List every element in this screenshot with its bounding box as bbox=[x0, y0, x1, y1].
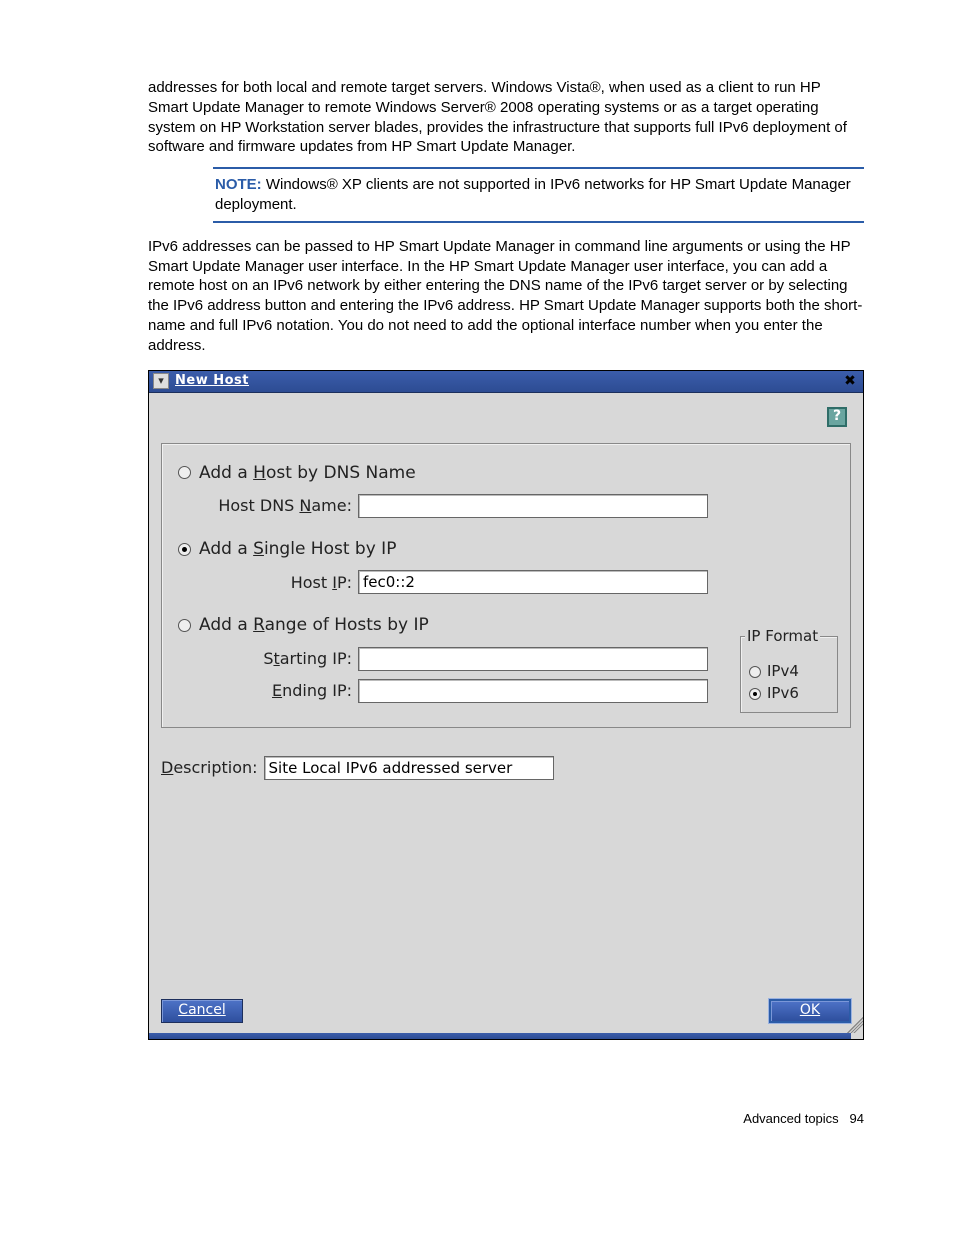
radio-icon bbox=[749, 666, 761, 678]
starting-ip-label: Starting IP: bbox=[198, 648, 358, 669]
ip-format-legend: IP Format bbox=[745, 627, 820, 647]
new-host-dialog: ▾ New Host ✖ ? Add a Host by DNS Name Ho… bbox=[148, 370, 864, 1040]
ending-ip-label: Ending IP: bbox=[198, 680, 358, 701]
radio-icon bbox=[178, 466, 191, 479]
footer-section: Advanced topics bbox=[743, 1111, 838, 1126]
page-footer: Advanced topics 94 bbox=[148, 1110, 864, 1127]
radio-add-single-ip[interactable]: Add a Single Host by IP bbox=[178, 538, 834, 560]
close-icon[interactable]: ✖ bbox=[841, 373, 859, 389]
host-options-panel: Add a Host by DNS Name Host DNS Name: Ad… bbox=[161, 443, 851, 728]
resize-handle-icon[interactable] bbox=[847, 1017, 863, 1033]
chevron-down-icon[interactable]: ▾ bbox=[153, 373, 169, 389]
note-text: Windows® XP clients are not supported in… bbox=[215, 176, 851, 213]
radio-label-single: Add a Single Host by IP bbox=[199, 538, 396, 560]
note-label: NOTE: bbox=[215, 176, 262, 193]
help-icon[interactable]: ? bbox=[827, 407, 847, 427]
radio-label-dns: Add a Host by DNS Name bbox=[199, 462, 416, 484]
dialog-title: New Host bbox=[175, 372, 841, 389]
radio-ipv4[interactable]: IPv4 bbox=[749, 662, 829, 682]
radio-icon bbox=[749, 688, 761, 700]
ip-format-group: IP Format IPv4 IPv6 bbox=[740, 636, 838, 713]
body-paragraph-2: IPv6 addresses can be passed to HP Smart… bbox=[148, 237, 864, 356]
radio-add-by-dns[interactable]: Add a Host by DNS Name bbox=[178, 462, 834, 484]
body-paragraph-1: addresses for both local and remote targ… bbox=[148, 78, 864, 157]
ending-ip-input[interactable] bbox=[358, 679, 708, 703]
host-ip-label: Host IP: bbox=[198, 572, 358, 593]
note-box: NOTE: Windows® XP clients are not suppor… bbox=[213, 167, 864, 223]
radio-ipv6[interactable]: IPv6 bbox=[749, 684, 829, 704]
radio-icon bbox=[178, 543, 191, 556]
ipv6-label: IPv6 bbox=[767, 684, 799, 704]
ok-button[interactable]: OK bbox=[769, 999, 851, 1023]
host-dns-name-input[interactable] bbox=[358, 494, 708, 518]
host-ip-input[interactable] bbox=[358, 570, 708, 594]
ipv4-label: IPv4 bbox=[767, 662, 799, 682]
footer-page-number: 94 bbox=[850, 1111, 864, 1126]
radio-icon bbox=[178, 619, 191, 632]
dialog-titlebar[interactable]: ▾ New Host ✖ bbox=[149, 371, 863, 393]
radio-add-range-ip[interactable]: Add a Range of Hosts by IP bbox=[178, 614, 834, 636]
description-input[interactable] bbox=[264, 756, 554, 780]
cancel-button[interactable]: Cancel bbox=[161, 999, 243, 1023]
radio-label-range: Add a Range of Hosts by IP bbox=[199, 614, 429, 636]
starting-ip-input[interactable] bbox=[358, 647, 708, 671]
host-dns-name-label: Host DNS Name: bbox=[198, 495, 358, 516]
dialog-bottom-bar bbox=[149, 1033, 851, 1039]
description-label: Description: bbox=[161, 757, 258, 778]
